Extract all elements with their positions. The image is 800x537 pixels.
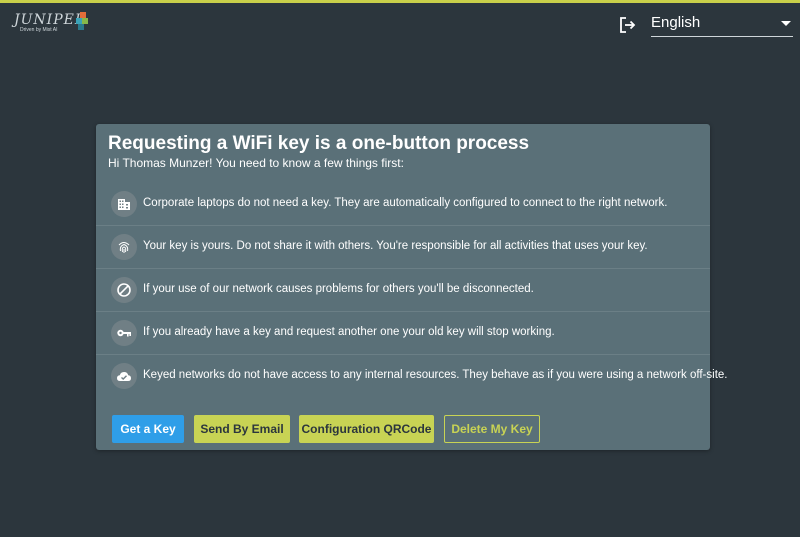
- logo-tagline: Driven by Mist AI: [20, 27, 58, 33]
- block-icon: [111, 277, 137, 303]
- list-item: If you already have a key and request an…: [96, 311, 710, 354]
- card-title: Requesting a WiFi key is a one-button pr…: [108, 133, 530, 154]
- logout-icon: [620, 17, 636, 33]
- delete-my-key-button[interactable]: Delete My Key: [444, 415, 540, 443]
- list-item-text: Corporate laptops do not need a key. The…: [143, 197, 668, 209]
- chevron-down-icon: [781, 21, 791, 26]
- get-key-button[interactable]: Get a Key: [112, 415, 184, 443]
- cloud-done-icon: [111, 363, 137, 389]
- list-item: Keyed networks do not have access to any…: [96, 354, 727, 397]
- list-item: If your use of our network causes proble…: [96, 268, 710, 311]
- language-selected-value: English: [651, 14, 701, 31]
- juniper-logo: JUNIPER Driven by Mist AI: [14, 12, 94, 38]
- mist-logo-icon: [76, 12, 88, 30]
- wifi-key-card: Requesting a WiFi key is a one-button pr…: [96, 124, 727, 450]
- list-item: Corporate laptops do not need a key. The…: [96, 183, 710, 225]
- logout-button[interactable]: [617, 15, 637, 35]
- list-item: Your key is yours. Do not share it with …: [96, 225, 710, 268]
- language-select[interactable]: English: [651, 12, 793, 37]
- top-accent-line: [0, 0, 800, 3]
- info-list: Corporate laptops do not need a key. The…: [96, 183, 727, 397]
- card-subtitle: Hi Thomas Munzer! You need to know a few…: [108, 156, 404, 170]
- list-item-text: If your use of our network causes proble…: [143, 283, 534, 295]
- send-by-email-button[interactable]: Send By Email: [194, 415, 290, 443]
- key-icon: [111, 320, 137, 346]
- configuration-qrcode-button[interactable]: Configuration QRCode: [299, 415, 434, 443]
- fingerprint-icon: [111, 234, 137, 260]
- list-item-text: Your key is yours. Do not share it with …: [143, 240, 648, 252]
- building-icon: [111, 191, 137, 217]
- list-item-text: If you already have a key and request an…: [143, 326, 555, 338]
- list-item-text: Keyed networks do not have access to any…: [143, 369, 728, 381]
